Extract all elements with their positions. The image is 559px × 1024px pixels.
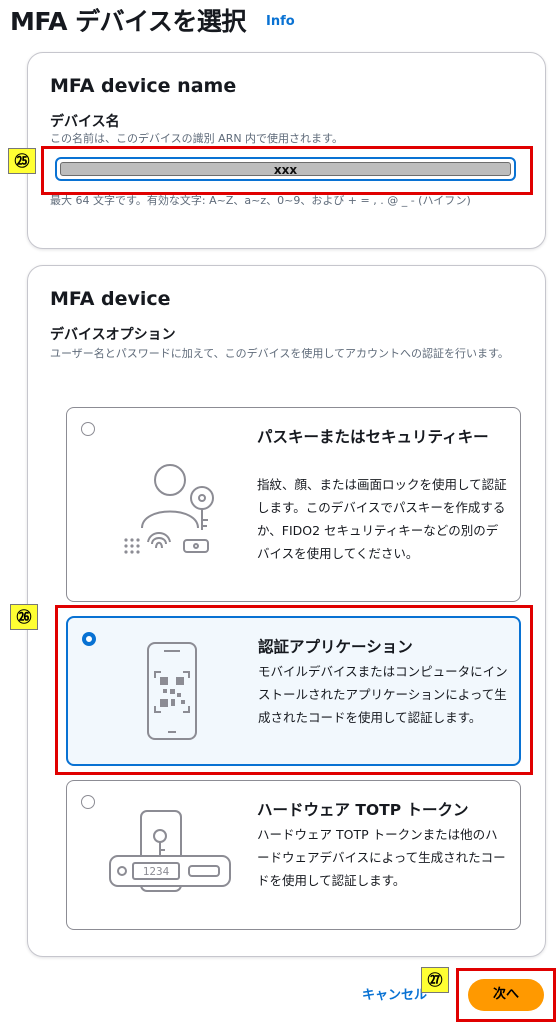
device-name-constraint: 最大 64 文字です。有効な文字: A~Z、a~z、0~9、および + = , … bbox=[50, 194, 471, 207]
option-hardware-description: ハードウェア TOTP トークンまたは他のハードウェアデバイスによって生成された… bbox=[257, 827, 506, 888]
token-display-text: 1234 bbox=[143, 865, 170, 878]
device-option-label: デバイスオプション bbox=[50, 327, 176, 343]
option-hardware-title: ハードウェア TOTP トークン bbox=[257, 801, 469, 819]
passkey-icon bbox=[124, 464, 214, 554]
device-name-description: この名前は、このデバイスの識別 ARN 内で使用されます。 bbox=[50, 132, 343, 145]
device-option-description: ユーザー名とパスワードに加えて、このデバイスを使用してアカウントへの認証を行いま… bbox=[50, 347, 509, 360]
option-hardware-totp[interactable]: 1234 ハードウェア TOTP トークン ハードウェア TOTP トークンまた… bbox=[66, 780, 521, 930]
cancel-button[interactable]: キャンセル bbox=[362, 984, 427, 1003]
option-passkey-title: パスキーまたはセキュリティキー bbox=[257, 428, 489, 446]
step-badge-25: ㉕ bbox=[8, 148, 36, 174]
radio-passkey[interactable] bbox=[81, 422, 95, 436]
device-name-card-title: MFA device name bbox=[50, 75, 237, 97]
option-passkey[interactable]: パスキーまたはセキュリティキー 指紋、顔、または画面ロックを使用して認証します。… bbox=[66, 407, 521, 602]
option-passkey-description: 指紋、顔、または画面ロックを使用して認証します。このデバイスでパスキーを作成する… bbox=[257, 477, 507, 561]
highlight-box-device-name bbox=[41, 146, 533, 195]
device-card-title: MFA device bbox=[50, 288, 171, 310]
hardware-token-icon: 1234 bbox=[109, 810, 231, 892]
step-badge-26: ㉖ bbox=[10, 604, 38, 630]
info-link[interactable]: Info bbox=[266, 14, 295, 29]
step-badge-27: ㉗ bbox=[421, 967, 449, 993]
page-title: MFA デバイスを選択 bbox=[10, 7, 246, 36]
radio-hardware-totp[interactable] bbox=[81, 795, 95, 809]
device-name-label: デバイス名 bbox=[50, 114, 120, 130]
highlight-box-next bbox=[456, 968, 556, 1022]
highlight-box-authenticator bbox=[55, 605, 533, 775]
